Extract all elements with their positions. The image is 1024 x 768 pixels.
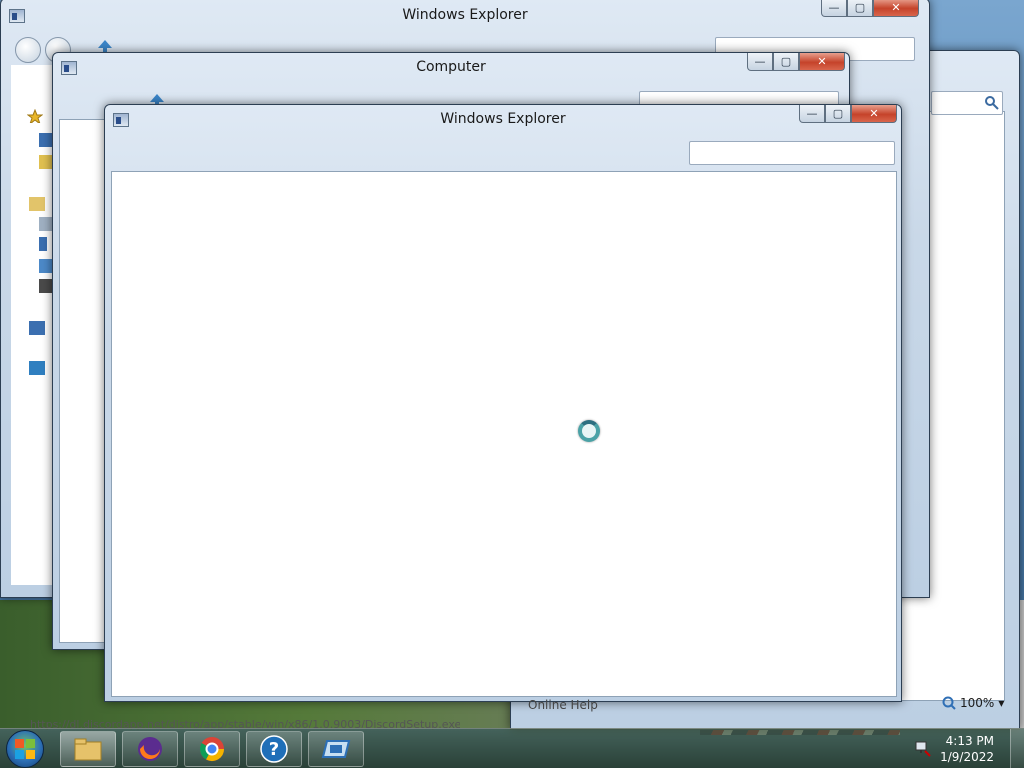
taskbar-explorer-button[interactable] xyxy=(60,731,116,767)
app-window-icon xyxy=(321,740,351,758)
firefox-icon xyxy=(138,737,162,761)
window-title: Windows Explorer xyxy=(440,111,566,127)
zoom-level: 100% xyxy=(960,696,995,710)
search-input[interactable] xyxy=(931,91,1003,115)
minimize-button[interactable]: — xyxy=(799,105,825,123)
back-button[interactable] xyxy=(15,37,41,63)
window-windows-explorer-front[interactable]: Windows Explorer — ▢ ✕ xyxy=(104,104,902,702)
minimize-button[interactable]: — xyxy=(821,0,847,17)
search-input[interactable] xyxy=(689,141,895,165)
system-clock[interactable]: 4:13 PM 1/9/2022 xyxy=(940,733,994,765)
network-tray-icon[interactable] xyxy=(914,739,932,757)
online-help-link[interactable]: Online Help xyxy=(528,698,598,712)
start-button[interactable] xyxy=(6,730,44,768)
taskbar-firefox-button[interactable] xyxy=(122,731,178,767)
chrome-icon xyxy=(199,737,224,762)
taskbar-chrome-button[interactable] xyxy=(184,731,240,767)
music-icon[interactable] xyxy=(39,237,47,251)
network-icon[interactable] xyxy=(29,361,45,375)
search-icon xyxy=(985,96,999,110)
taskbar-app-button[interactable] xyxy=(308,731,364,767)
computer-icon[interactable] xyxy=(29,321,45,335)
window-client-area xyxy=(111,171,897,697)
clock-date: 1/9/2022 xyxy=(940,750,994,764)
taskbar: ? 4:13 PM 1/9/2022 xyxy=(0,728,1024,768)
close-button[interactable]: ✕ xyxy=(873,0,919,17)
close-button[interactable]: ✕ xyxy=(799,53,845,71)
zoom-dropdown-icon[interactable]: ▾ xyxy=(998,696,1004,710)
help-glyph: ? xyxy=(269,739,279,760)
libraries-folder-icon[interactable] xyxy=(29,197,45,211)
windows-logo-icon xyxy=(15,739,35,759)
zoom-icon xyxy=(942,696,956,710)
busy-spinner-icon xyxy=(578,420,600,442)
taskbar-help-button[interactable]: ? xyxy=(246,731,302,767)
maximize-button[interactable]: ▢ xyxy=(847,0,873,17)
help-icon: ? xyxy=(260,735,288,763)
folder-icon xyxy=(74,738,102,761)
window-title: Computer xyxy=(416,59,486,75)
show-desktop-button[interactable] xyxy=(1010,729,1024,768)
favorites-star-icon[interactable] xyxy=(27,109,43,123)
window-title: Windows Explorer xyxy=(402,7,528,23)
maximize-button[interactable]: ▢ xyxy=(773,53,799,71)
clock-time: 4:13 PM xyxy=(945,734,994,748)
minimize-button[interactable]: — xyxy=(747,53,773,71)
navigation-pane xyxy=(11,65,55,585)
maximize-button[interactable]: ▢ xyxy=(825,105,851,123)
close-button[interactable]: ✕ xyxy=(851,105,897,123)
zoom-control[interactable]: 100% ▾ xyxy=(942,696,1004,710)
